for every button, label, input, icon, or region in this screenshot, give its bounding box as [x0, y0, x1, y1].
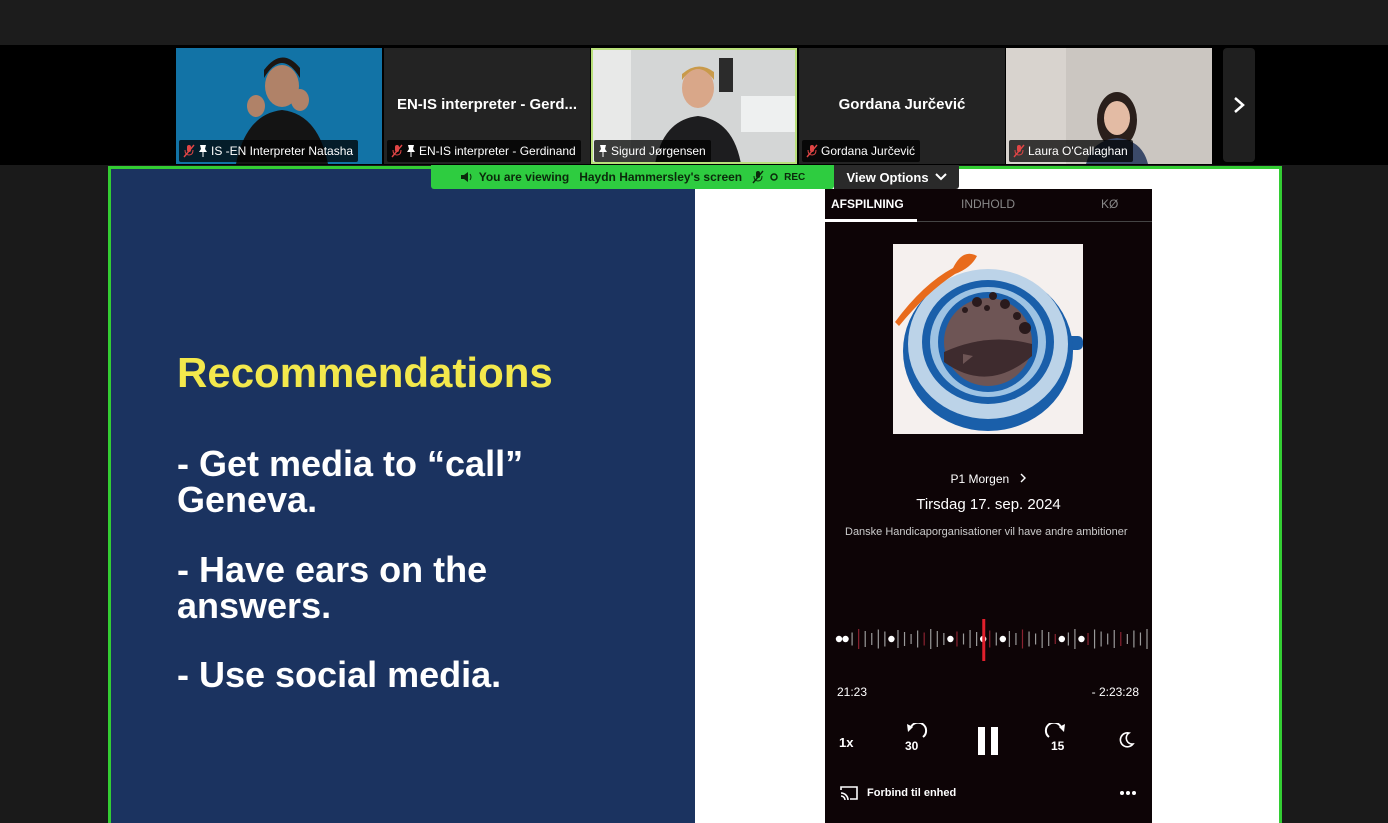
- participant-label: Gordana Jurčević: [802, 140, 921, 162]
- participant-name: Laura O'Callaghan: [1028, 144, 1128, 158]
- cast-icon: [840, 786, 858, 801]
- mic-off-icon: [752, 170, 764, 184]
- participant-label: Laura O'Callaghan: [1009, 140, 1133, 162]
- rewind-seconds: 30: [905, 739, 919, 753]
- participant-tile-gerdinand[interactable]: EN-IS interpreter - Gerd... EN-IS interp…: [384, 48, 590, 164]
- more-icon: [1120, 791, 1136, 795]
- speaker-icon: [460, 172, 472, 182]
- screen-share-banner: You are viewing Haydn Hammersley's scree…: [431, 165, 834, 189]
- participant-name: Sigurd Jørgensen: [611, 144, 706, 158]
- rewind-icon: [907, 721, 928, 738]
- rec-label: REC: [784, 171, 806, 183]
- waveform-dot: [1078, 635, 1085, 643]
- tab-ko[interactable]: KØ: [1101, 197, 1118, 211]
- pause-button[interactable]: [976, 727, 1000, 755]
- pin-icon: [599, 145, 607, 157]
- participant-tile-laura[interactable]: Laura O'Callaghan: [1006, 48, 1212, 164]
- participant-display-name: Gordana Jurčević: [838, 96, 966, 113]
- waveform-dot: [888, 635, 895, 643]
- episode-description: Danske Handicaporganisationer vil have a…: [845, 526, 1128, 538]
- mic-off-icon: [183, 144, 195, 158]
- cast-button[interactable]: Forbind til enhed: [839, 785, 956, 801]
- slide-title: Recommendations: [177, 349, 553, 396]
- pin-icon: [199, 145, 207, 157]
- zoom-top-bar: [0, 0, 1388, 45]
- sleep-timer-button[interactable]: [1117, 731, 1135, 754]
- tab-afspilning[interactable]: AFSPILNING: [831, 197, 904, 211]
- presenter-screen: Haydn Hammersley's screen: [579, 170, 743, 184]
- playback-speed-button[interactable]: 1x: [839, 735, 853, 750]
- waveform-dot: [947, 635, 954, 643]
- next-participants-button[interactable]: [1223, 48, 1255, 162]
- chevron-right-icon: [1020, 473, 1026, 483]
- waveform-dot: [1058, 635, 1066, 643]
- remaining-time: - 2:23:28: [1091, 685, 1139, 699]
- participant-label: EN-IS interpreter - Gerdinand: [387, 140, 581, 162]
- participant-tile-sigurd[interactable]: Sigurd Jørgensen: [591, 48, 797, 164]
- chevron-down-icon: [934, 173, 947, 181]
- participant-name: Gordana Jurčević: [821, 144, 916, 158]
- participant-name: IS -EN Interpreter Natasha: [211, 144, 354, 158]
- forward-button[interactable]: 15: [1043, 721, 1069, 757]
- recording-icon: [770, 173, 778, 181]
- slide-bullet: - Use social media.: [177, 654, 502, 695]
- cast-label: Forbind til enhed: [867, 787, 957, 799]
- tab-indhold[interactable]: INDHOLD: [961, 197, 1015, 211]
- participant-name: EN-IS interpreter - Gerdinand: [419, 144, 576, 158]
- participant-label: IS -EN Interpreter Natasha: [179, 140, 359, 162]
- view-options-button[interactable]: View Options: [834, 165, 959, 189]
- podcast-cover-art: [893, 244, 1083, 434]
- view-options-label: View Options: [846, 169, 929, 185]
- participant-tile-gordana[interactable]: Gordana Jurčević Gordana Jurčević: [799, 48, 1005, 164]
- chevron-right-icon: [1234, 97, 1245, 113]
- participant-display-name: EN-IS interpreter - Gerd...: [396, 96, 578, 113]
- show-name: P1 Morgen: [950, 472, 1010, 486]
- mic-off-icon: [806, 144, 818, 158]
- mic-off-icon: [391, 144, 403, 158]
- audio-scrubber[interactable]: [825, 617, 1152, 667]
- forward-icon: [1044, 721, 1065, 738]
- mic-off-icon: [1013, 144, 1025, 158]
- scrubber-playhead[interactable]: [982, 619, 986, 661]
- active-tab-indicator: [825, 219, 917, 222]
- podcast-player: AFSPILNING INDHOLD KØ P1 Morgen Tirsdag …: [825, 189, 1152, 823]
- participant-tile-natasha[interactable]: IS -EN Interpreter Natasha: [176, 48, 382, 164]
- episode-date: Tirsdag 17. sep. 2024: [916, 496, 1061, 513]
- participant-label: Sigurd Jørgensen: [594, 140, 711, 162]
- shared-screen: Recommendations - Get media to “call” Ge…: [108, 166, 1282, 823]
- player-tabs: AFSPILNING INDHOLD KØ: [825, 189, 1152, 222]
- viewing-prefix: You are viewing: [478, 170, 570, 184]
- moon-icon: [1119, 732, 1135, 748]
- podcast-show-link[interactable]: P1 Morgen: [825, 472, 1152, 486]
- presentation-slide: Recommendations - Get media to “call” Ge…: [111, 169, 695, 823]
- pause-icon: [978, 727, 998, 755]
- rewind-button[interactable]: 30: [903, 721, 929, 757]
- more-options-button[interactable]: [1119, 783, 1137, 801]
- playback-controls: 1x 30 15: [825, 719, 1152, 769]
- pin-icon: [407, 145, 415, 157]
- elapsed-time: 21:23: [837, 685, 868, 699]
- forward-seconds: 15: [1051, 739, 1065, 753]
- slide-bullet: - Have ears on the answers.: [177, 549, 488, 626]
- slide-bullet: - Get media to “call” Geneva.: [177, 443, 524, 520]
- waveform-dot: [999, 635, 1007, 643]
- waveform-dot: [842, 635, 849, 643]
- waveform-dot: [835, 635, 843, 643]
